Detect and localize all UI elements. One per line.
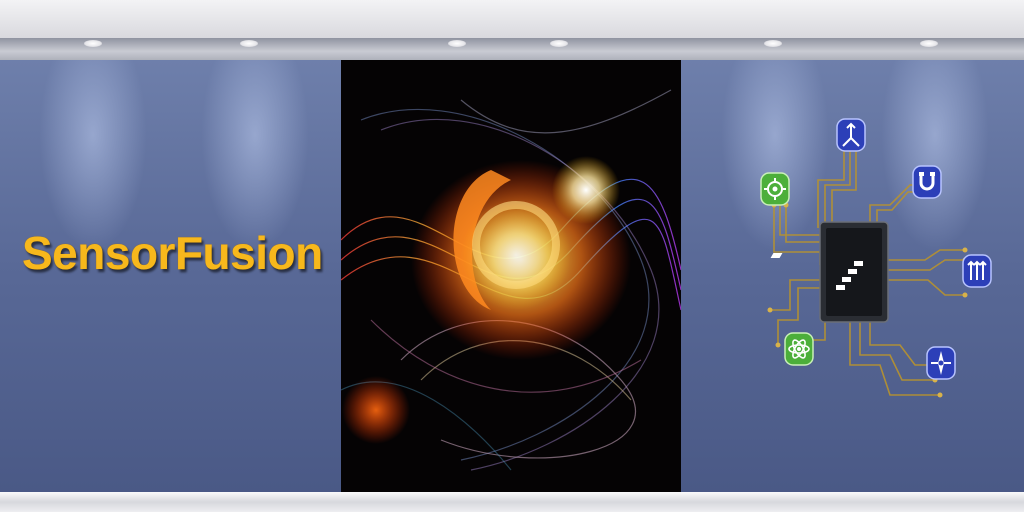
ceiling-spotlight <box>240 40 258 47</box>
abstract-light-artwork <box>341 60 681 492</box>
ceiling-spotlight <box>448 40 466 47</box>
compass-icon <box>926 346 956 380</box>
floor-trim <box>0 492 1024 512</box>
ceiling <box>0 0 1024 38</box>
ceiling-spotlight <box>920 40 938 47</box>
pressure-icon <box>962 254 992 288</box>
banner-scene: SensorFusion <box>0 0 1024 512</box>
ceiling-molding <box>0 38 1024 60</box>
magnet-icon <box>912 165 942 199</box>
arrows-icon <box>836 118 866 152</box>
sensor-fusion-diagram <box>740 110 1020 410</box>
ceiling-spotlight <box>764 40 782 47</box>
gear-icon <box>760 172 790 206</box>
page-title: SensorFusion <box>22 227 323 279</box>
ceiling-spotlight <box>84 40 102 47</box>
ceiling-spotlight <box>550 40 568 47</box>
atom-icon <box>784 332 814 366</box>
light-swirl-graphic <box>341 60 681 492</box>
